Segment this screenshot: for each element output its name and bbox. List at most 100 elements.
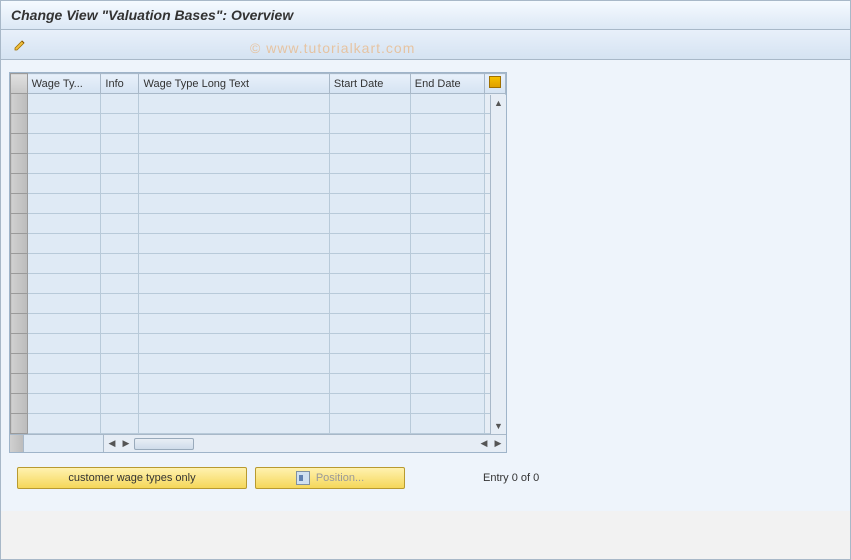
table-row[interactable] xyxy=(11,194,506,214)
cell-start-date[interactable] xyxy=(329,194,410,214)
cell-end-date[interactable] xyxy=(410,354,484,374)
col-end-date[interactable]: End Date xyxy=(410,74,484,94)
cell-info[interactable] xyxy=(101,374,139,394)
table-row[interactable] xyxy=(11,334,506,354)
cell-start-date[interactable] xyxy=(329,274,410,294)
cell-wage-type[interactable] xyxy=(27,274,101,294)
col-long-text[interactable]: Wage Type Long Text xyxy=(139,74,329,94)
cell-info[interactable] xyxy=(101,274,139,294)
cell-end-date[interactable] xyxy=(410,114,484,134)
cell-end-date[interactable] xyxy=(410,274,484,294)
table-row[interactable] xyxy=(11,374,506,394)
table-row[interactable] xyxy=(11,314,506,334)
cell-end-date[interactable] xyxy=(410,254,484,274)
cell-end-date[interactable] xyxy=(410,134,484,154)
table-row[interactable] xyxy=(11,154,506,174)
row-selector[interactable] xyxy=(11,94,28,114)
cell-wage-type[interactable] xyxy=(27,254,101,274)
scroll-right-inner-icon[interactable]: ▶ xyxy=(120,438,132,450)
cell-end-date[interactable] xyxy=(410,154,484,174)
cell-info[interactable] xyxy=(101,254,139,274)
row-selector[interactable] xyxy=(11,174,28,194)
cell-info[interactable] xyxy=(101,354,139,374)
cell-long-text[interactable] xyxy=(139,234,329,254)
cell-info[interactable] xyxy=(101,134,139,154)
cell-long-text[interactable] xyxy=(139,374,329,394)
cell-wage-type[interactable] xyxy=(27,374,101,394)
hscroll-thumb[interactable] xyxy=(134,438,194,450)
cell-info[interactable] xyxy=(101,214,139,234)
row-selector[interactable] xyxy=(11,414,28,434)
cell-start-date[interactable] xyxy=(329,94,410,114)
scroll-up-icon[interactable]: ▲ xyxy=(493,97,505,109)
row-selector[interactable] xyxy=(11,214,28,234)
table-row[interactable] xyxy=(11,214,506,234)
cell-info[interactable] xyxy=(101,294,139,314)
row-selector[interactable] xyxy=(11,254,28,274)
cell-start-date[interactable] xyxy=(329,154,410,174)
cell-long-text[interactable] xyxy=(139,414,329,434)
table-row[interactable] xyxy=(11,394,506,414)
table-row[interactable] xyxy=(11,274,506,294)
cell-info[interactable] xyxy=(101,334,139,354)
horizontal-scrollbar[interactable]: ◀ ▶ ◀ ▶ xyxy=(10,434,506,452)
cell-long-text[interactable] xyxy=(139,94,329,114)
select-all-header[interactable] xyxy=(11,74,28,94)
cell-end-date[interactable] xyxy=(410,394,484,414)
cell-end-date[interactable] xyxy=(410,314,484,334)
table-row[interactable] xyxy=(11,234,506,254)
cell-info[interactable] xyxy=(101,394,139,414)
cell-info[interactable] xyxy=(101,234,139,254)
cell-wage-type[interactable] xyxy=(27,214,101,234)
cell-start-date[interactable] xyxy=(329,214,410,234)
cell-wage-type[interactable] xyxy=(27,94,101,114)
cell-wage-type[interactable] xyxy=(27,294,101,314)
cell-wage-type[interactable] xyxy=(27,234,101,254)
cell-end-date[interactable] xyxy=(410,94,484,114)
cell-long-text[interactable] xyxy=(139,254,329,274)
cell-start-date[interactable] xyxy=(329,254,410,274)
scroll-right-icon[interactable]: ▶ xyxy=(492,438,504,450)
row-selector[interactable] xyxy=(11,274,28,294)
table-row[interactable] xyxy=(11,174,506,194)
cell-start-date[interactable] xyxy=(329,414,410,434)
cell-end-date[interactable] xyxy=(410,374,484,394)
cell-wage-type[interactable] xyxy=(27,354,101,374)
row-selector[interactable] xyxy=(11,114,28,134)
cell-start-date[interactable] xyxy=(329,114,410,134)
table-row[interactable] xyxy=(11,414,506,434)
cell-long-text[interactable] xyxy=(139,214,329,234)
row-selector[interactable] xyxy=(11,154,28,174)
cell-start-date[interactable] xyxy=(329,134,410,154)
table-row[interactable] xyxy=(11,294,506,314)
cell-long-text[interactable] xyxy=(139,334,329,354)
customer-wage-types-button[interactable]: customer wage types only xyxy=(17,467,247,489)
cell-end-date[interactable] xyxy=(410,414,484,434)
table-row[interactable] xyxy=(11,354,506,374)
row-selector[interactable] xyxy=(11,374,28,394)
cell-long-text[interactable] xyxy=(139,394,329,414)
cell-end-date[interactable] xyxy=(410,334,484,354)
cell-start-date[interactable] xyxy=(329,174,410,194)
cell-end-date[interactable] xyxy=(410,294,484,314)
cell-wage-type[interactable] xyxy=(27,414,101,434)
cell-long-text[interactable] xyxy=(139,194,329,214)
cell-long-text[interactable] xyxy=(139,134,329,154)
cell-end-date[interactable] xyxy=(410,194,484,214)
row-selector[interactable] xyxy=(11,234,28,254)
cell-long-text[interactable] xyxy=(139,154,329,174)
cell-wage-type[interactable] xyxy=(27,154,101,174)
col-wage-type[interactable]: Wage Ty... xyxy=(27,74,101,94)
cell-info[interactable] xyxy=(101,94,139,114)
cell-start-date[interactable] xyxy=(329,314,410,334)
cell-start-date[interactable] xyxy=(329,234,410,254)
cell-long-text[interactable] xyxy=(139,174,329,194)
row-selector[interactable] xyxy=(11,334,28,354)
cell-long-text[interactable] xyxy=(139,314,329,334)
cell-long-text[interactable] xyxy=(139,294,329,314)
vertical-scrollbar[interactable]: ▲ ▼ xyxy=(490,95,506,434)
cell-start-date[interactable] xyxy=(329,354,410,374)
cell-end-date[interactable] xyxy=(410,234,484,254)
cell-info[interactable] xyxy=(101,114,139,134)
row-selector[interactable] xyxy=(11,194,28,214)
